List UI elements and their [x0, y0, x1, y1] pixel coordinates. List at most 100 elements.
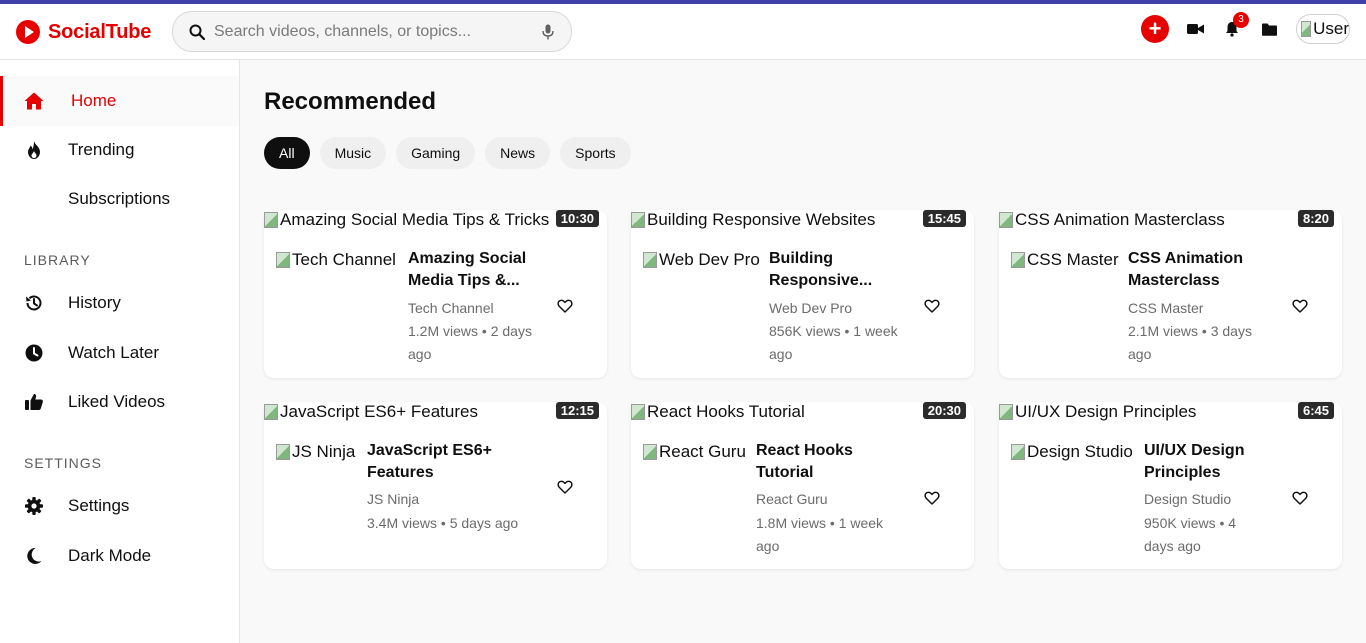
heart-icon[interactable]: [1292, 298, 1308, 314]
sidebar-item-settings[interactable]: Settings: [0, 481, 239, 531]
brand-name: SocialTube: [48, 20, 152, 43]
chip-gaming[interactable]: Gaming: [396, 137, 476, 169]
video-title[interactable]: JavaScript ES6+ Features: [367, 440, 492, 484]
video-thumbnail[interactable]: JavaScript ES6+ Features: [264, 402, 478, 422]
search-icon[interactable]: [189, 24, 205, 40]
video-title[interactable]: CSS Animation Masterclass: [1128, 248, 1243, 292]
channel-name[interactable]: React Guru: [756, 491, 828, 507]
channel-avatar[interactable]: Tech Channel: [276, 250, 396, 270]
heart-icon[interactable]: [557, 479, 573, 495]
channel-name[interactable]: CSS Master: [1128, 300, 1203, 316]
channel-name[interactable]: Design Studio: [1144, 491, 1231, 507]
video-title[interactable]: Amazing Social Media Tips &...: [408, 248, 526, 292]
thumbnail-alt-text: React Hooks Tutorial: [647, 402, 805, 421]
avatar-alt-text: User: [1313, 19, 1349, 38]
broken-image-icon: [1011, 252, 1025, 268]
video-title[interactable]: React Hooks Tutorial: [756, 440, 853, 484]
sidebar-item-label: Home: [71, 91, 117, 110]
sidebar-item-label: Dark Mode: [68, 546, 152, 565]
chip-music[interactable]: Music: [319, 137, 387, 169]
history-icon: [26, 295, 42, 311]
sidebar-item-liked-videos[interactable]: Liked Videos: [0, 377, 239, 427]
sidebar-item-watch-later[interactable]: Watch Later: [0, 328, 239, 378]
play-logo-icon: [16, 20, 40, 44]
channel-name[interactable]: Web Dev Pro: [769, 300, 852, 316]
chip-all[interactable]: All: [264, 137, 310, 169]
clock-icon: [25, 344, 43, 362]
avatar[interactable]: User: [1296, 14, 1350, 44]
broken-image-icon: [643, 252, 657, 268]
sidebar-item-label: History: [68, 293, 121, 312]
video-title[interactable]: UI/UX Design Principles: [1144, 440, 1244, 484]
video-meta-line: 2.1M views • 3 days: [1128, 323, 1252, 339]
sidebar-item-subscriptions[interactable]: Subscriptions: [0, 174, 239, 224]
channel-avatar[interactable]: Web Dev Pro: [643, 250, 760, 270]
upload-video-button[interactable]: [1185, 19, 1205, 39]
video-meta-line: 856K views • 1 week: [769, 323, 898, 339]
video-meta: 1.8M views • 1 week ago: [756, 512, 883, 558]
channel-avatar-alt-text: JS Ninja: [292, 442, 356, 461]
sidebar-item-trending[interactable]: Trending: [0, 125, 239, 175]
video-card[interactable]: UI/UX Design Principles 6:45 Design Stud…: [999, 402, 1342, 569]
heart-icon[interactable]: [557, 298, 573, 314]
channel-name[interactable]: Tech Channel: [408, 300, 494, 316]
video-title-line: Amazing Social: [408, 250, 527, 267]
folder-button[interactable]: [1259, 19, 1279, 39]
video-card[interactable]: CSS Animation Masterclass 8:20 CSS Maste…: [999, 210, 1342, 378]
heart-icon[interactable]: [1292, 490, 1308, 506]
channel-avatar[interactable]: React Guru: [643, 442, 746, 462]
sidebar-item-dark-mode[interactable]: Dark Mode: [0, 531, 239, 581]
video-card[interactable]: Amazing Social Media Tips & Tricks 10:30…: [264, 210, 607, 378]
thumbnail-alt-text: Amazing Social Media Tips & Tricks: [280, 210, 550, 229]
video-title[interactable]: Building Responsive...: [769, 248, 872, 292]
sidebar-item-history[interactable]: History: [0, 278, 239, 328]
gear-icon: [25, 497, 43, 515]
video-title-line: Media Tips &...: [408, 272, 520, 289]
video-thumbnail[interactable]: Building Responsive Websites: [631, 210, 875, 230]
logo[interactable]: SocialTube: [16, 20, 151, 44]
thumbs-up-icon: [25, 394, 43, 410]
video-title-line: CSS Animation: [1128, 250, 1243, 267]
video-thumbnail[interactable]: UI/UX Design Principles: [999, 402, 1196, 422]
heart-icon[interactable]: [924, 490, 940, 506]
channel-avatar[interactable]: JS Ninja: [276, 442, 355, 462]
broken-image-icon: [276, 444, 290, 460]
video-thumbnail[interactable]: React Hooks Tutorial: [631, 402, 805, 422]
thumbnail-alt-text: CSS Animation Masterclass: [1015, 210, 1225, 229]
video-card[interactable]: React Hooks Tutorial 20:30 React Guru Re…: [631, 402, 974, 569]
sidebar: Home Trending Subscriptions LIBRARY Hist…: [0, 60, 240, 643]
main-content: Recommended All Music Gaming News Sports…: [240, 60, 1366, 643]
video-title-line: Principles: [1144, 464, 1221, 481]
broken-image-icon: [264, 404, 278, 420]
thumbnail-alt-text: JavaScript ES6+ Features: [280, 402, 478, 421]
channel-avatar[interactable]: Design Studio: [1011, 442, 1133, 462]
video-meta-line: 3.4M views • 5 days ago: [367, 515, 519, 531]
microphone-icon[interactable]: [541, 24, 555, 40]
broken-image-icon: [631, 404, 645, 420]
home-icon: [24, 92, 44, 110]
duration-badge: 8:20: [1297, 210, 1334, 227]
chip-sports[interactable]: Sports: [560, 137, 631, 169]
channel-name[interactable]: JS Ninja: [367, 491, 419, 507]
video-card[interactable]: JavaScript ES6+ Features 12:15 JS Ninja …: [264, 402, 607, 569]
broken-image-icon: [276, 252, 290, 268]
video-meta-line: ago: [756, 538, 780, 554]
notifications-button[interactable]: 3: [1222, 12, 1249, 39]
broken-image-icon: [999, 212, 1013, 228]
heart-icon[interactable]: [924, 298, 940, 314]
chip-news[interactable]: News: [485, 137, 551, 169]
video-card[interactable]: Building Responsive Websites 15:45 Web D…: [631, 210, 974, 378]
header-actions: + 3 User: [1141, 12, 1350, 44]
duration-badge: 15:45: [922, 210, 966, 227]
search-input[interactable]: [214, 22, 541, 41]
video-thumbnail[interactable]: Amazing Social Media Tips & Tricks: [264, 210, 549, 230]
channel-avatar[interactable]: CSS Master: [1011, 250, 1119, 270]
create-button[interactable]: +: [1141, 15, 1169, 43]
sidebar-item-label: Trending: [68, 140, 135, 159]
video-meta-line: 1.8M views • 1 week: [756, 515, 884, 531]
page-title: Recommended: [264, 88, 437, 115]
video-meta: 2.1M views • 3 days ago: [1128, 320, 1252, 366]
broken-image-icon: [1301, 21, 1312, 37]
sidebar-item-home[interactable]: Home: [0, 76, 239, 126]
video-thumbnail[interactable]: CSS Animation Masterclass: [999, 210, 1225, 230]
